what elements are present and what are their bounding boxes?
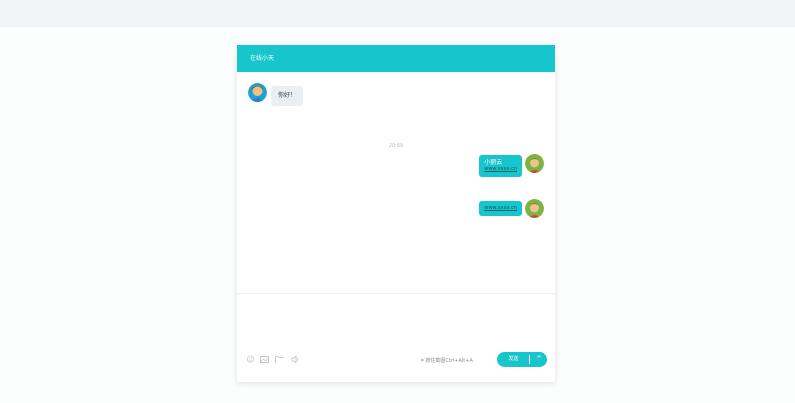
folder-icon[interactable] bbox=[275, 355, 284, 364]
send-separator bbox=[529, 355, 530, 364]
chat-title: 在线小天 bbox=[250, 55, 275, 62]
message-list[interactable]: 你好！ 20:59 小丽云 www.xxxx.cn www.xxxx.cn bbox=[237, 72, 555, 293]
agent-avatar bbox=[248, 83, 267, 102]
chat-toolbar: ☺ ⌗ 按住截图Ctrl+Alt+A 发送 ^ bbox=[237, 350, 555, 372]
user-avatar bbox=[525, 154, 544, 173]
emoji-icon[interactable]: ☺ bbox=[246, 355, 255, 364]
screenshot-label: 按住截图Ctrl+Alt+A bbox=[425, 358, 473, 364]
image-icon[interactable] bbox=[260, 355, 269, 364]
incoming-message-text: 你好！ bbox=[278, 92, 297, 99]
browser-top-bar bbox=[0, 0, 795, 27]
incoming-message-bubble: 你好！ bbox=[271, 86, 304, 106]
message-link[interactable]: www.xxxx.cn bbox=[484, 166, 517, 173]
chat-header: 在线小天 bbox=[237, 45, 555, 72]
user-avatar bbox=[525, 199, 544, 218]
message-timestamp: 20:59 bbox=[388, 143, 404, 149]
send-button-group: 发送 ^ bbox=[497, 352, 547, 367]
sound-icon[interactable] bbox=[291, 355, 300, 364]
send-button[interactable]: 发送 bbox=[497, 352, 530, 367]
outgoing-sender-name: 小丽云 bbox=[484, 159, 503, 166]
message-input[interactable] bbox=[237, 294, 555, 350]
chevron-up-icon[interactable]: ^ bbox=[531, 352, 547, 367]
message-link[interactable]: www.xxxx.cn bbox=[484, 205, 517, 212]
outgoing-message-bubble: www.xxxx.cn bbox=[479, 201, 522, 216]
screenshot-button[interactable]: ⌗ 按住截图Ctrl+Alt+A bbox=[421, 357, 473, 364]
chat-window: 在线小天 你好！ 20:59 小丽云 www.xxxx.cn www.xxxx.… bbox=[237, 45, 555, 382]
outgoing-message-bubble: 小丽云 www.xxxx.cn bbox=[479, 155, 522, 177]
